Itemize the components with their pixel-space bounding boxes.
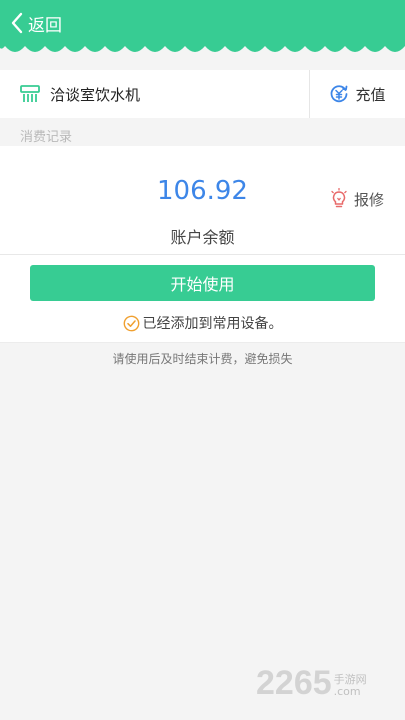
added-to-favorites-status: 已经添加到常用设备。 bbox=[0, 313, 405, 333]
lightbulb-icon bbox=[331, 188, 347, 208]
added-label: 已经添加到常用设备。 bbox=[142, 316, 283, 332]
device-name: 洽谈室饮水机 bbox=[50, 85, 141, 104]
site-watermark: 2265 手游网 .com bbox=[256, 666, 367, 700]
chevron-left-icon bbox=[11, 12, 23, 34]
balance-card: 106.92 账户余额 报修 bbox=[0, 146, 405, 254]
check-circle-icon bbox=[123, 315, 139, 331]
app-header: 返回 bbox=[0, 0, 405, 64]
recharge-icon bbox=[331, 85, 348, 103]
device-info: 洽谈室饮水机 bbox=[0, 70, 309, 118]
watermark-text: 手游网 .com bbox=[333, 673, 367, 698]
recharge-button[interactable]: 充值 bbox=[309, 70, 405, 118]
recharge-label: 充值 bbox=[355, 85, 386, 104]
water-dispenser-icon bbox=[20, 85, 40, 102]
repair-button[interactable]: 报修 bbox=[330, 188, 384, 210]
back-button[interactable]: 返回 bbox=[10, 9, 62, 37]
watermark-number: 2265 bbox=[256, 664, 332, 702]
usage-notice: 请使用后及时结束计费，避免损失 bbox=[112, 352, 293, 366]
watermark-domain: .com bbox=[333, 684, 361, 698]
action-card: 开始使用 已经添加到常用设备。 bbox=[0, 255, 405, 343]
repair-label: 报修 bbox=[354, 190, 385, 209]
consumption-records-link[interactable]: 消费记录 bbox=[20, 126, 72, 145]
start-use-button[interactable]: 开始使用 bbox=[30, 265, 375, 301]
device-row: 洽谈室饮水机 充值 bbox=[0, 70, 405, 118]
back-label: 返回 bbox=[28, 15, 62, 36]
balance-label: 账户余额 bbox=[170, 228, 235, 247]
